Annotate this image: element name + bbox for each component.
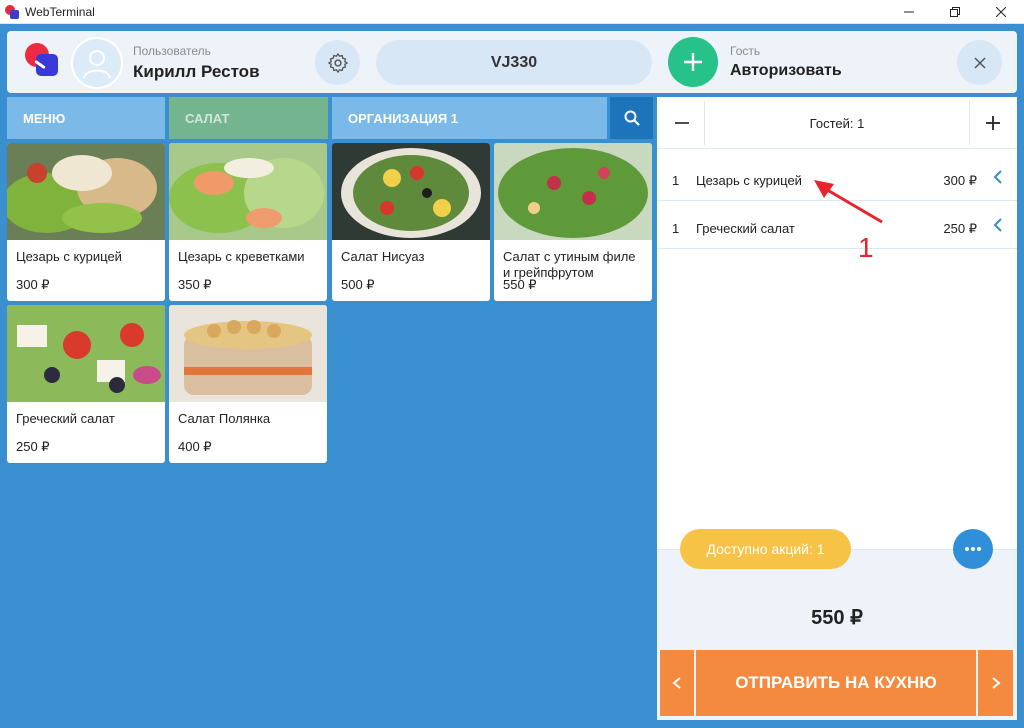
guests-decrease-button[interactable] xyxy=(659,101,705,145)
send-next-button[interactable] xyxy=(978,650,1013,716)
user-name: Кирилл Рестов xyxy=(133,62,260,81)
header: Пользователь Кирилл Рестов VJ330 Гость А… xyxy=(7,31,1017,93)
product-price: 300 ₽ xyxy=(16,277,50,292)
window-title: WebTerminal xyxy=(25,4,95,19)
window-controls xyxy=(886,0,1024,24)
more-options-button[interactable] xyxy=(953,529,993,569)
guests-increase-button[interactable] xyxy=(969,101,1015,145)
guest-label: Гость xyxy=(730,44,761,58)
product-name: Цезарь с креветками xyxy=(178,249,305,264)
close-icon xyxy=(973,56,986,69)
product-price: 400 ₽ xyxy=(178,439,212,454)
breadcrumb-organization[interactable]: ОРГАНИЗАЦИЯ 1 xyxy=(332,97,607,139)
promotions-badge[interactable]: Доступно акций: 1 xyxy=(680,529,851,569)
product-price: 550 ₽ xyxy=(503,277,537,292)
order-line-name: Цезарь с курицей xyxy=(696,173,802,188)
chevron-left-icon[interactable] xyxy=(993,217,1003,233)
product-image xyxy=(169,143,327,240)
product-card[interactable]: Цезарь с креветками 350 ₽ xyxy=(169,143,327,301)
chevron-right-icon xyxy=(991,677,1001,689)
breadcrumb-category[interactable]: САЛАТ xyxy=(169,97,328,139)
minus-icon xyxy=(674,122,689,124)
gear-icon xyxy=(327,52,348,73)
product-card[interactable]: Греческий салат 250 ₽ xyxy=(7,305,165,463)
product-image xyxy=(494,143,652,240)
guests-count: Гостей: 1 xyxy=(809,115,865,131)
breadcrumb-menu[interactable]: МЕНЮ xyxy=(7,97,165,139)
search-icon xyxy=(624,110,640,126)
maximize-button[interactable] xyxy=(932,0,978,24)
product-price: 250 ₽ xyxy=(16,439,50,454)
order-line-price: 300 ₽ xyxy=(943,173,977,188)
product-image xyxy=(7,305,165,402)
order-line-qty: 1 xyxy=(672,173,680,188)
product-price: 500 ₽ xyxy=(341,277,375,292)
app-icon xyxy=(5,4,19,19)
product-name: Греческий салат xyxy=(16,411,115,426)
close-order-button[interactable] xyxy=(957,40,1002,85)
send-controls: ОТПРАВИТЬ НА КУХНЮ xyxy=(660,650,1013,716)
more-icon xyxy=(965,547,981,551)
minimize-button[interactable] xyxy=(886,0,932,24)
order-code[interactable]: VJ330 xyxy=(376,40,652,85)
search-button[interactable] xyxy=(610,97,653,139)
chevron-left-icon xyxy=(672,677,681,689)
product-card[interactable]: Цезарь с курицей 300 ₽ xyxy=(7,143,165,301)
product-name: Цезарь с курицей xyxy=(16,249,122,264)
restore-icon xyxy=(950,7,960,17)
send-to-kitchen-button[interactable]: ОТПРАВИТЬ НА КУХНЮ xyxy=(696,650,976,716)
product-price: 350 ₽ xyxy=(178,277,212,292)
user-label: Пользователь xyxy=(133,44,211,58)
window-close-button[interactable] xyxy=(978,0,1024,24)
order-line-price: 250 ₽ xyxy=(943,221,977,236)
product-card[interactable]: Салат Нисуаз 500 ₽ xyxy=(332,143,490,301)
product-name: Салат Полянка xyxy=(178,411,271,426)
send-prev-button[interactable] xyxy=(660,650,694,716)
order-line-name: Греческий салат xyxy=(696,221,795,236)
product-name: Салат Нисуаз xyxy=(341,249,425,264)
product-image xyxy=(332,143,490,240)
plus-icon xyxy=(985,116,1000,130)
product-image xyxy=(169,305,327,402)
product-card[interactable]: Салат с утиным филе и грейпфрутом 550 ₽ xyxy=(494,143,652,301)
close-icon xyxy=(996,7,1006,17)
product-card[interactable]: Салат Полянка 400 ₽ xyxy=(169,305,327,463)
order-line-qty: 1 xyxy=(672,221,680,236)
product-image xyxy=(7,143,165,240)
add-guest-button[interactable] xyxy=(668,37,718,87)
annotation-arrow xyxy=(814,180,883,224)
annotation-label: 1 xyxy=(858,232,874,263)
title-bar: WebTerminal xyxy=(0,0,1024,24)
settings-button[interactable] xyxy=(315,40,360,85)
order-total: 550 ₽ xyxy=(811,607,863,629)
chevron-left-icon[interactable] xyxy=(993,169,1003,185)
plus-icon xyxy=(684,53,702,71)
minimize-icon xyxy=(904,11,914,13)
logo xyxy=(25,43,61,79)
authorize-guest-link[interactable]: Авторизовать xyxy=(730,62,842,80)
user-icon xyxy=(83,50,111,79)
guests-bar: Гостей: 1 xyxy=(657,97,1017,149)
avatar[interactable] xyxy=(71,37,123,89)
